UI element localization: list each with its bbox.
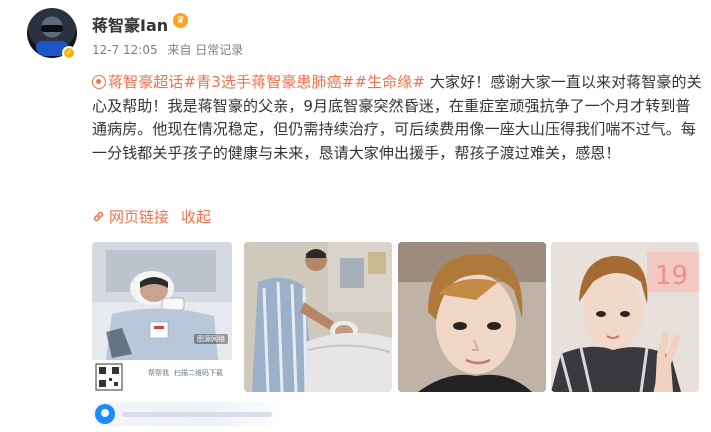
post-timestamp[interactable]: 12-7 12:05 — [92, 43, 158, 57]
image-button-help: 帮帮我 — [148, 369, 169, 377]
image-watermark: 图源网络 — [194, 334, 228, 344]
super-topic-icon[interactable] — [92, 75, 106, 89]
post-image-3[interactable] — [398, 242, 546, 392]
post-image-2[interactable] — [244, 242, 392, 392]
vip-crown-icon[interactable]: ♛ — [173, 13, 188, 28]
image-button-scan: 扫描二维码下载 — [174, 369, 223, 377]
post-actions: 网页链接 收起 — [92, 206, 211, 227]
post-text: 蒋智豪超话#青3选手蒋智豪患肺癌##生命缘# 大家好！感谢大家一直以来对蒋智豪的… — [92, 71, 704, 165]
collapse-button[interactable]: 收起 — [181, 208, 211, 226]
post-image-4[interactable]: 19 — [551, 242, 699, 392]
post-source: 来自 日常记录 — [167, 43, 244, 57]
location-tag[interactable] — [92, 402, 288, 426]
location-text-blurred — [122, 412, 272, 417]
verified-badge-icon: ✓ — [62, 46, 76, 60]
web-link[interactable]: 网页链接 — [109, 208, 169, 226]
user-name[interactable]: 蒋智豪Ian — [92, 12, 168, 36]
post-meta: 12-7 12:05 来自 日常记录 — [92, 41, 249, 58]
selfie-image-2: 19 — [551, 242, 699, 392]
link-icon — [93, 211, 104, 222]
hashtag-link[interactable]: #生命缘# — [354, 73, 425, 91]
weibo-post: ✓ 蒋智豪Ian ♛ 12-7 12:05 来自 日常记录 蒋智豪超话#青3选手… — [0, 0, 711, 432]
super-topic-link[interactable]: 蒋智豪超话 — [108, 73, 184, 91]
post-image-1[interactable]: 图源网络 帮帮我 扫描二维码下载 — [92, 242, 232, 392]
svg-text:19: 19 — [655, 261, 688, 291]
hashtag-link[interactable]: #青3选手蒋智豪患肺癌# — [184, 73, 355, 91]
selfie-image-1 — [398, 242, 546, 392]
location-pin-icon — [95, 404, 115, 424]
father-bedside-image — [244, 242, 392, 392]
avatar-glasses — [41, 25, 63, 32]
